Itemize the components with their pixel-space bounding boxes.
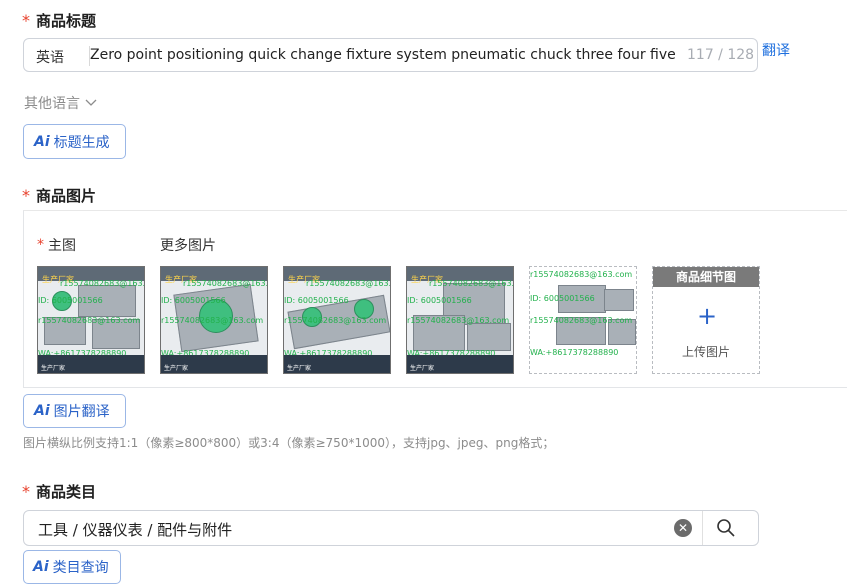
image-format-hint: 图片横纵比例支持1:1（像素≥800*800）或3:4（像素≥750*1000）… xyxy=(23,436,555,450)
thumb-watermark-email: r15574082683@163.com xyxy=(161,316,264,325)
main-image-required-mark: * xyxy=(37,237,44,253)
thumb-watermark-email: r15574082683@163.com xyxy=(530,270,633,279)
search-icon[interactable] xyxy=(716,518,736,538)
ai-image-translate-label: 图片翻译 xyxy=(53,404,110,420)
thumb-footer: 生产厂家 xyxy=(284,355,390,373)
ai-icon: Ai xyxy=(34,133,50,150)
other-language-label: 其他语言 xyxy=(24,96,80,112)
chevron-down-icon xyxy=(85,99,97,106)
ai-category-query-button[interactable]: Ai 类目查询 xyxy=(23,550,121,584)
thumb-watermark-id: ID: 6005001566 xyxy=(407,296,472,305)
search-divider xyxy=(702,511,703,545)
title-section-label: 商品标题 xyxy=(36,12,97,30)
product-image-main[interactable]: 生产厂家 r15574082683@163.com ID: 6005001566… xyxy=(37,266,145,374)
translate-link[interactable]: 翻译 xyxy=(762,40,790,60)
title-required-mark: * xyxy=(22,11,30,30)
thumb-watermark-email: r15574082683@163.com xyxy=(183,279,268,288)
thumb-footer-text: 生产厂家 xyxy=(410,365,435,372)
thumb-watermark-email: r15574082683@163.com xyxy=(306,279,391,288)
upload-image-label: 上传图片 xyxy=(681,345,730,359)
detail-image-upload[interactable]: 商品细节图 + 上传图片 xyxy=(652,266,760,374)
ai-icon: Ai xyxy=(34,403,50,419)
title-char-count: 117 / 128 xyxy=(684,47,755,63)
more-images-label: 更多图片 xyxy=(160,238,216,254)
thumb-watermark-id: ID: 6005001566 xyxy=(284,296,349,305)
clear-icon[interactable]: ✕ xyxy=(674,519,692,537)
thumb-watermark-id: ID: 6005001566 xyxy=(530,294,595,303)
language-tag: 英语 xyxy=(36,50,64,66)
category-required-mark: * xyxy=(22,482,30,501)
thumb-watermark-email: r15574082683@163.com xyxy=(284,316,387,325)
thumb-watermark-email: r15574082683@163.com xyxy=(60,279,145,288)
title-input-value[interactable]: Zero point positioning quick change fixt… xyxy=(90,47,680,63)
thumb-watermark-email: r15574082683@163.com xyxy=(530,316,633,325)
thumb-footer: 生产厂家 xyxy=(38,355,144,373)
title-input[interactable]: 英语 Zero point positioning quick change f… xyxy=(23,38,758,72)
other-language-toggle[interactable]: 其他语言 xyxy=(24,93,98,113)
category-input-value[interactable]: 工具 / 仪器仪表 / 配件与附件 xyxy=(38,519,232,540)
thumb-watermark-id: ID: 6005001566 xyxy=(38,296,103,305)
thumb-watermark-email: r15574082683@163.com xyxy=(407,316,510,325)
thumb-footer-text: 生产厂家 xyxy=(41,365,66,372)
image-required-mark: * xyxy=(22,186,30,205)
thumb-footer-text: 生产厂家 xyxy=(287,365,312,372)
fixture-part xyxy=(467,323,511,351)
plus-icon: + xyxy=(697,302,718,330)
category-section-label: 商品类目 xyxy=(36,483,97,501)
fixture-part xyxy=(604,289,634,311)
ai-image-translate-button[interactable]: Ai 图片翻译 xyxy=(23,394,126,428)
image-section-label: 商品图片 xyxy=(36,187,97,205)
category-input[interactable]: 工具 / 仪器仪表 / 配件与附件 ✕ xyxy=(23,510,759,546)
detail-image-header: 商品细节图 xyxy=(653,267,759,287)
product-image-more-2[interactable]: 生产厂家 r15574082683@163.com ID: 6005001566… xyxy=(283,266,391,374)
thumb-footer: 生产厂家 xyxy=(161,355,267,373)
thumb-footer-text: 生产厂家 xyxy=(164,365,189,372)
thumb-watermark-email: r15574082683@163.com xyxy=(429,279,514,288)
ai-title-generate-label: 标题生成 xyxy=(53,134,110,151)
thumb-watermark-email: r15574082683@163.com xyxy=(38,316,141,325)
product-image-more-4[interactable]: r15574082683@163.com ID: 6005001566 r155… xyxy=(529,266,637,374)
thumb-footer: 生产厂家 xyxy=(407,355,513,373)
ai-category-query-label: 类目查询 xyxy=(52,560,109,576)
ai-title-generate-button[interactable]: Ai 标题生成 xyxy=(23,124,126,159)
main-image-label: 主图 xyxy=(48,238,76,254)
product-image-more-3[interactable]: 生产厂家 r15574082683@163.com ID: 6005001566… xyxy=(406,266,514,374)
thumb-watermark-wa: WA:+8617378288890 xyxy=(530,348,619,357)
ai-icon: Ai xyxy=(33,559,49,575)
product-image-more-1[interactable]: 生产厂家 r15574082683@163.com ID: 6005001566… xyxy=(160,266,268,374)
thumb-watermark-id: ID: 6005001566 xyxy=(161,296,226,305)
